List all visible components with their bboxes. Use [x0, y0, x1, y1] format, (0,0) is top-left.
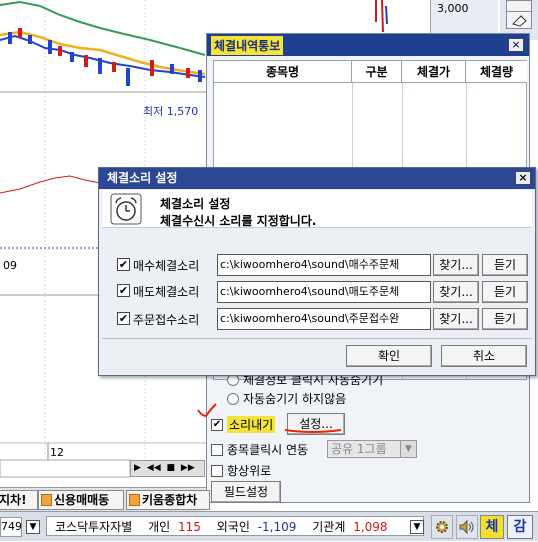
sell-sound-path-input[interactable]: c:\kiwoomhero4\sound\매도주문체	[217, 281, 431, 303]
window-icon	[41, 494, 52, 506]
individual-label: 개인	[148, 520, 171, 534]
sound-option[interactable]: ✔ 소리내기	[211, 416, 276, 433]
dialog-divider	[102, 338, 532, 339]
window-icon	[129, 494, 140, 506]
eraser-icon[interactable]	[506, 11, 532, 29]
order-received-find-button[interactable]: 찾기...	[433, 308, 479, 330]
option-label: 자동숨기기 하지않음	[243, 392, 347, 406]
cancel-button[interactable]: 취소	[441, 345, 527, 367]
field-settings-button[interactable]: 필드설정	[211, 481, 281, 503]
ok-button[interactable]: 확인	[346, 345, 432, 367]
sell-sound-checkbox[interactable]: ✔	[117, 284, 130, 297]
monitor-toggle-button[interactable]: 감	[507, 515, 533, 539]
sell-sound-label: 매도체결소리	[133, 285, 200, 299]
always-on-top-option[interactable]: 항상위로	[211, 462, 271, 479]
tab-kiwoom-chart[interactable]: 키움종합차	[126, 490, 210, 510]
column-header-type[interactable]: 구분	[352, 61, 402, 83]
no-auto-hide-option[interactable]: 자동숨기기 하지않음	[227, 390, 346, 407]
date-label-mid: 12	[50, 446, 64, 459]
annotation-underline	[284, 429, 342, 433]
foreign-label: 외국인	[216, 520, 250, 534]
tab-label: 지차!	[0, 493, 27, 507]
sell-sound-find-button[interactable]: 찾기...	[433, 281, 479, 303]
rewind-icon[interactable]: ◀◀	[147, 463, 161, 473]
sound-option-label: 소리내기	[227, 416, 276, 433]
dialog-header: 체결소리 설정 체결수신시 소리를 지정합니다.	[102, 190, 532, 228]
chevron-down-icon[interactable]: ▼	[400, 441, 416, 457]
sound-settings-dialog[interactable]: 체결소리 설정 × 체결소리 설정 체결수신시 소리를 지정합니다. ✔ 매수체…	[98, 167, 536, 376]
radio-button[interactable]	[227, 392, 239, 405]
status-bar: 749 ▼ 코스닥투자자별 개인 115 외국인 -1,109 기관계 1,09…	[0, 511, 538, 541]
order-received-sound-checkbox[interactable]: ✔	[117, 312, 130, 325]
execution-notice-toggle-button[interactable]: 체	[480, 515, 504, 539]
chart-navigation-control[interactable]: ▶ ◀◀ ■ ▶▶	[130, 460, 205, 477]
buy-sound-checkbox[interactable]: ✔	[117, 258, 130, 271]
column-header-price[interactable]: 체결가	[402, 61, 466, 83]
dialog-titlebar[interactable]: 체결소리 설정 ×	[99, 168, 535, 189]
buy-sound-listen-button[interactable]: 듣기	[482, 254, 528, 276]
institution-label: 기관계	[312, 520, 346, 534]
forward-icon[interactable]: ▶▶	[181, 463, 195, 473]
foreign-value: -1,109	[257, 520, 297, 534]
annotation-checkmark	[197, 403, 217, 418]
tab-label: 신용매매동	[54, 493, 110, 507]
stop-icon[interactable]: ■	[167, 463, 176, 473]
window-tabs: 지차! 신용매매동 키움종합차	[0, 487, 210, 511]
option-label: 종목클릭시 연동	[227, 443, 309, 457]
institution-value: 1,098	[353, 520, 388, 534]
speaker-icon[interactable]	[456, 515, 478, 539]
order-received-sound-path-input[interactable]: c:\kiwoomhero4\sound\주문접수완	[217, 308, 431, 330]
header-subtitle: 체결수신시 소리를 지정합니다.	[160, 214, 317, 228]
column-header-quantity[interactable]: 체결량	[466, 61, 527, 83]
price-scale-top: 3,000	[437, 2, 469, 15]
order-received-listen-button[interactable]: 듣기	[482, 308, 528, 330]
tab-1[interactable]: 지차!	[0, 490, 38, 510]
tab-label: 키움종합차	[142, 493, 198, 507]
low-price-label: 최저 1,570	[143, 105, 199, 118]
order-received-sound-label: 주문접수소리	[133, 313, 200, 327]
chevron-down-icon[interactable]: ▼	[26, 520, 40, 534]
gear-icon[interactable]	[431, 515, 453, 539]
option-label: 항상위로	[227, 464, 272, 478]
notice-title: 체결내역통보	[211, 36, 284, 55]
column-header-stock-name[interactable]: 종목명	[214, 61, 352, 83]
close-icon[interactable]: ×	[515, 171, 531, 185]
link-group-value: 공유 1그룹	[331, 442, 387, 456]
header-title: 체결소리 설정	[160, 197, 231, 211]
investor-label: 코스닥투자자별	[55, 520, 133, 534]
buy-sound-label: 매수체결소리	[133, 259, 200, 273]
sell-sound-listen-button[interactable]: 듣기	[482, 281, 528, 303]
status-left-value: 749	[0, 517, 22, 537]
dialog-title: 체결소리 설정	[107, 171, 178, 185]
individual-value: 115	[178, 520, 201, 534]
link-group-combo[interactable]: 공유 1그룹 ▼	[327, 440, 417, 458]
notice-titlebar[interactable]: 체결내역통보 ×	[207, 34, 529, 56]
chevron-down-icon[interactable]: ▼	[410, 520, 424, 534]
close-icon[interactable]: ×	[508, 38, 524, 52]
play-icon[interactable]: ▶	[134, 463, 141, 473]
alarm-clock-icon	[110, 193, 142, 225]
investor-ticker: 코스닥투자자별 개인 115 외국인 -1,109 기관계 1,098	[46, 516, 424, 536]
date-label-left: 09	[3, 259, 17, 272]
buy-sound-path-input[interactable]: c:\kiwoomhero4\sound\매수주문체	[217, 254, 431, 276]
link-checkbox[interactable]	[211, 443, 223, 456]
link-on-click-option[interactable]: 종목클릭시 연동	[211, 441, 308, 458]
buy-sound-find-button[interactable]: 찾기...	[433, 254, 479, 276]
always-top-checkbox[interactable]	[211, 464, 223, 477]
tab-credit-trading[interactable]: 신용매매동	[38, 490, 124, 510]
